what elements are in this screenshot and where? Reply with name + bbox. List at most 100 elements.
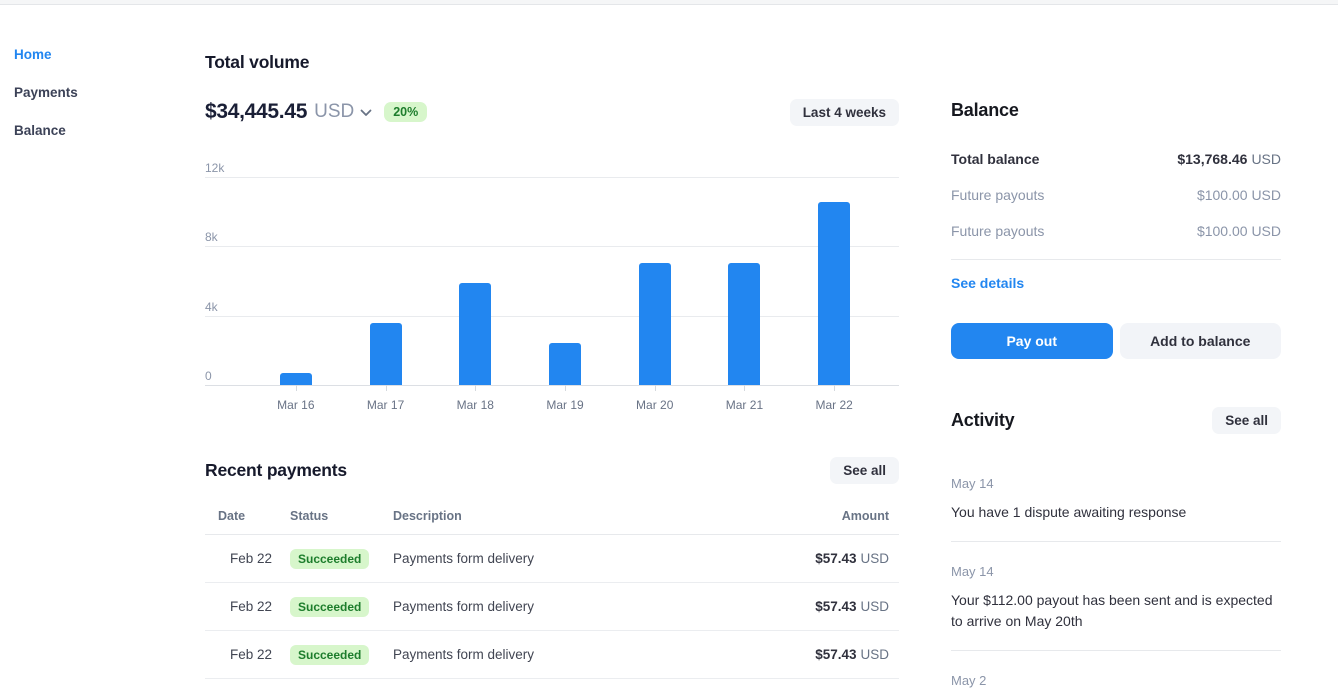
activity-date: May 2 — [951, 673, 1281, 688]
payment-amount: $57.43 — [815, 647, 856, 662]
balance-row-amount: $13,768.46 — [1177, 151, 1247, 167]
bar-mar-17 — [370, 323, 402, 385]
add-to-balance-button[interactable]: Add to balance — [1120, 323, 1282, 359]
payment-amount: $57.43 — [815, 599, 856, 614]
payments-table-header: Date Status Description Amount — [205, 498, 899, 535]
chart-column: Mar 21 — [700, 167, 790, 385]
sidebar-item-payments[interactable]: Payments — [14, 86, 174, 100]
pay-out-button[interactable]: Pay out — [951, 323, 1113, 359]
balance-actions: Pay out Add to balance — [951, 323, 1281, 359]
bar-mar-22 — [818, 202, 850, 385]
y-axis-tick-label: 8k — [205, 230, 218, 244]
payment-date: Feb 22 — [218, 551, 290, 566]
status-badge: Succeeded — [290, 549, 369, 569]
see-details-link[interactable]: See details — [951, 275, 1024, 291]
payments-see-all-button[interactable]: See all — [830, 457, 899, 484]
balance-row-future-payouts: Future payouts $100.00 USD — [951, 223, 1281, 239]
y-axis-tick-label: 0 — [205, 369, 212, 383]
x-axis-tick-mark — [296, 385, 297, 391]
payment-description: Payments form delivery — [393, 647, 759, 662]
activity-date: May 14 — [951, 564, 1281, 579]
balance-row-label: Future payouts — [951, 223, 1044, 239]
right-column: Balance Total balance $13,768.46USD Futu… — [951, 0, 1281, 688]
chart-column: Mar 22 — [789, 167, 879, 385]
bar-mar-20 — [639, 263, 671, 385]
total-volume-title: Total volume — [205, 52, 899, 73]
activity-divider — [951, 650, 1281, 651]
payment-currency: USD — [860, 551, 889, 566]
sidebar-item-balance[interactable]: Balance — [14, 124, 174, 138]
x-axis-tick-mark — [565, 385, 566, 391]
column-header-description: Description — [393, 509, 759, 523]
payment-date: Feb 22 — [218, 647, 290, 662]
recent-payments-section: Recent payments See all Date Status Desc… — [205, 457, 899, 679]
payment-description: Payments form delivery — [393, 551, 759, 566]
column-header-date: Date — [218, 509, 290, 523]
balance-row-label: Future payouts — [951, 187, 1044, 203]
activity-list: May 14 You have 1 dispute awaiting respo… — [951, 476, 1281, 688]
balance-row-total: Total balance $13,768.46USD — [951, 151, 1281, 167]
x-axis-tick-mark — [744, 385, 745, 391]
bar-mar-21 — [728, 263, 760, 385]
payment-description: Payments form delivery — [393, 599, 759, 614]
status-badge: Succeeded — [290, 597, 369, 617]
payment-row[interactable]: Feb 22 Succeeded Payments form delivery … — [205, 631, 899, 679]
activity-text: You have 1 dispute awaiting response — [951, 502, 1281, 523]
date-range-button[interactable]: Last 4 weeks — [790, 99, 899, 126]
chart-column: Mar 16 — [251, 167, 341, 385]
balance-row-currency: USD — [1251, 151, 1281, 167]
activity-item: May 2 — [951, 673, 1281, 688]
gridline — [205, 385, 899, 386]
activity-header: Activity See all — [951, 407, 1281, 434]
balance-row-label: Total balance — [951, 151, 1039, 167]
total-volume-amount: $34,445.45 — [205, 100, 307, 124]
recent-payments-title: Recent payments — [205, 460, 347, 481]
column-header-status: Status — [290, 509, 393, 523]
activity-divider — [951, 541, 1281, 542]
currency-dropdown[interactable]: USD — [307, 101, 372, 123]
payment-date: Feb 22 — [218, 599, 290, 614]
balance-row-amount: $100.00 — [1197, 187, 1248, 203]
activity-item: May 14 Your $112.00 payout has been sent… — [951, 564, 1281, 632]
chart-column: Mar 19 — [520, 167, 610, 385]
payment-currency: USD — [860, 647, 889, 662]
balance-rows: Total balance $13,768.46USD Future payou… — [951, 151, 1281, 239]
x-axis-tick-mark — [475, 385, 476, 391]
x-axis-tick-mark — [834, 385, 835, 391]
balance-divider — [951, 259, 1281, 260]
chart-column: Mar 20 — [610, 167, 700, 385]
payment-amount: $57.43 — [815, 551, 856, 566]
volume-chart: 12k8k4k0Mar 16Mar 17Mar 18Mar 19Mar 20Ma… — [205, 167, 899, 410]
payment-currency: USD — [860, 599, 889, 614]
chevron-down-icon — [360, 109, 372, 117]
activity-title: Activity — [951, 410, 1014, 431]
column-header-amount: Amount — [759, 509, 889, 523]
growth-badge: 20% — [384, 102, 427, 122]
chart-column: Mar 18 — [430, 167, 520, 385]
activity-text: Your $112.00 payout has been sent and is… — [951, 590, 1281, 632]
sidebar-item-home[interactable]: Home — [14, 48, 174, 62]
activity-date: May 14 — [951, 476, 1281, 491]
x-axis-tick-label: Mar 22 — [769, 398, 899, 412]
bar-mar-18 — [459, 283, 491, 385]
status-badge: Succeeded — [290, 645, 369, 665]
total-volume-summary: $34,445.45 USD 20% Last 4 weeks — [205, 97, 899, 127]
sidebar: Home Payments Balance — [14, 48, 174, 162]
x-axis-tick-mark — [655, 385, 656, 391]
payment-row[interactable]: Feb 22 Succeeded Payments form delivery … — [205, 583, 899, 631]
balance-row-amount: $100.00 — [1197, 223, 1248, 239]
currency-label: USD — [314, 101, 354, 123]
chart-columns: Mar 16Mar 17Mar 18Mar 19Mar 20Mar 21Mar … — [251, 167, 879, 385]
y-axis-tick-label: 4k — [205, 300, 218, 314]
bar-mar-16 — [280, 373, 312, 385]
x-axis-tick-mark — [386, 385, 387, 391]
activity-see-all-button[interactable]: See all — [1212, 407, 1281, 434]
bar-mar-19 — [549, 343, 581, 385]
balance-row-currency: USD — [1251, 223, 1281, 239]
main-column: Total volume $34,445.45 USD 20% Last 4 w… — [205, 0, 899, 679]
chart-column: Mar 17 — [341, 167, 431, 385]
activity-item: May 14 You have 1 dispute awaiting respo… — [951, 476, 1281, 523]
balance-title: Balance — [951, 100, 1281, 121]
balance-row-future-payouts: Future payouts $100.00 USD — [951, 187, 1281, 203]
payment-row[interactable]: Feb 22 Succeeded Payments form delivery … — [205, 535, 899, 583]
